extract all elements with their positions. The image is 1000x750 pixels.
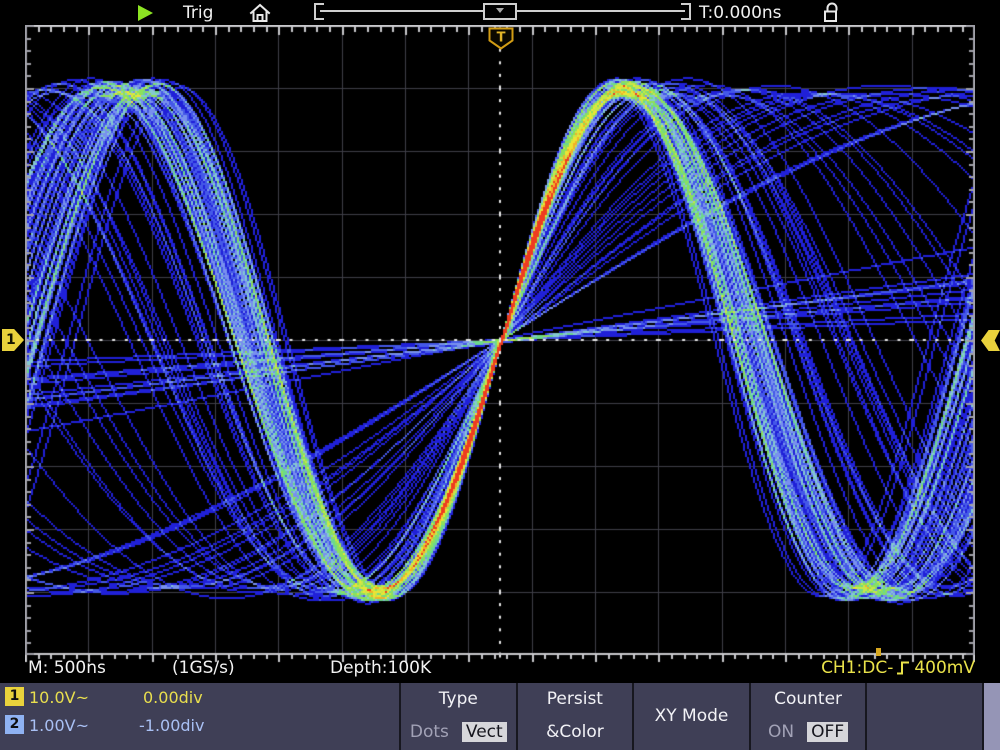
ch2-badge[interactable]: 2 [5,715,24,734]
view-position-box[interactable] [483,3,517,20]
waveform-display [25,25,975,663]
record-depth-readout: Depth:100K [330,658,431,678]
menu-title-xy-mode: XY Mode [655,706,729,726]
oscilloscope-screen: Trig T:0.000ns T 1 M: 500ns (1GS/s) Dept… [0,0,1000,750]
menu-bar: 1 10.0V~ 0.00div 2 1.00V~ -1.00div Type … [0,683,982,750]
trigger-source-label: CH1:DC- [821,658,893,678]
bottom-ruler-marker [876,648,881,656]
run-state-play-icon[interactable] [138,5,153,21]
trigger-level-marker[interactable] [981,330,1000,351]
memory-bar-left-bracket [314,3,324,20]
trig-status-label: Trig [183,3,213,23]
option-counter-on[interactable]: ON [768,722,794,742]
soft-menu: Type Dots Vect Persist &Color XY Mode Co… [399,683,982,750]
ch1-position-readout: 0.00div [143,688,203,707]
menu-section-persist[interactable]: Persist &Color [516,683,633,750]
menu-section-counter[interactable]: Counter ON OFF [749,683,866,750]
trigger-info-readout: CH1:DC- 400mV [821,658,975,678]
home-icon[interactable] [248,2,272,24]
option-vect[interactable]: Vect [462,722,507,742]
option-counter-off[interactable]: OFF [807,722,848,742]
timebase-readout: M: 500ns [28,658,106,678]
trigger-badge-letter: T [497,31,506,46]
memory-position-bar [314,3,691,20]
menu-section-empty[interactable] [865,683,982,750]
rising-edge-icon [896,659,911,677]
side-strip [982,683,1000,750]
menu-title-persist: Persist [547,689,603,709]
ch1-badge[interactable]: 1 [5,687,24,706]
position-pointer-icon [496,8,504,13]
trigger-position-badge[interactable]: T [488,27,514,50]
ch2-position-readout: -1.00div [139,716,204,735]
menu-section-type[interactable]: Type Dots Vect [399,683,516,750]
unlock-icon[interactable] [822,1,846,24]
menu-title-counter: Counter [774,689,842,709]
ch2-scale-readout: 1.00V~ [29,716,89,735]
option-dots[interactable]: Dots [410,722,449,742]
menu-title-type: Type [439,689,478,709]
trigger-time-readout: T:0.000ns [699,3,782,23]
trigger-level-label: 400mV [914,658,975,678]
sample-rate-readout: (1GS/s) [172,658,235,678]
menu-section-xy-mode[interactable]: XY Mode [632,683,749,750]
ch1-position-marker[interactable]: 1 [2,329,24,351]
menu-title-persist-color: &Color [546,722,604,742]
memory-bar-right-bracket [681,3,691,20]
ch1-scale-readout: 10.0V~ [29,688,89,707]
